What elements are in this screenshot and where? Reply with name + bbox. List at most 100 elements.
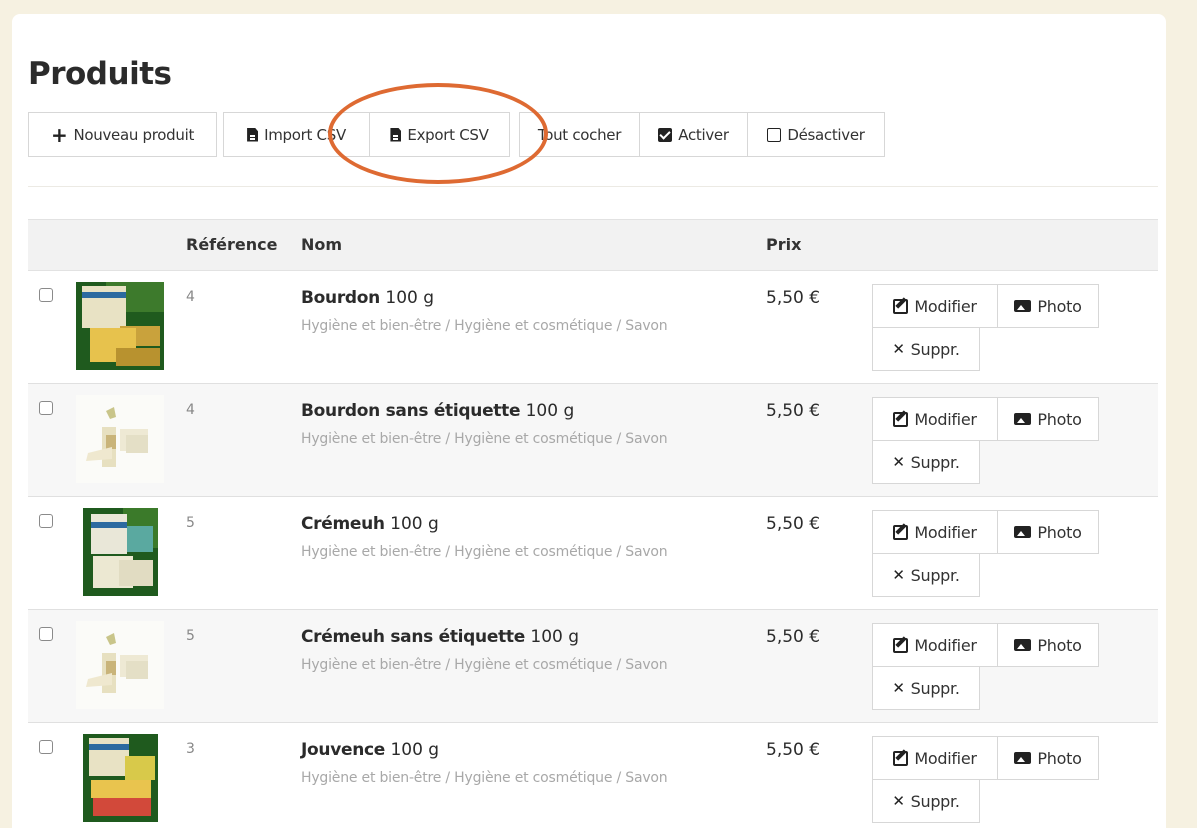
column-header-name: Nom	[301, 235, 343, 254]
edit-icon	[893, 750, 909, 766]
export-csv-button[interactable]: Export CSV	[369, 112, 510, 157]
product-category: Hygiène et bien-être / Hygiène et cosmét…	[301, 544, 668, 560]
image-icon	[1014, 752, 1032, 764]
delete-button[interactable]: ✕ Suppr.	[872, 440, 980, 484]
table-row: 4 Bourdon sans étiquette 100 g Hygiène e…	[28, 384, 1158, 497]
photo-label: Photo	[1037, 635, 1082, 655]
deactivate-label: Désactiver	[787, 125, 865, 144]
delete-button[interactable]: ✕ Suppr.	[872, 327, 980, 371]
product-thumbnail	[76, 621, 164, 709]
product-weight: 100 g	[525, 401, 575, 421]
check-all-label: Tout cocher	[537, 125, 622, 144]
product-category: Hygiène et bien-être / Hygiène et cosmét…	[301, 318, 668, 334]
page-title: Produits	[28, 56, 172, 92]
edit-button[interactable]: Modifier	[872, 623, 998, 667]
product-category: Hygiène et bien-être / Hygiène et cosmét…	[301, 431, 668, 447]
edit-icon	[893, 411, 909, 427]
product-category: Hygiène et bien-être / Hygiène et cosmét…	[301, 770, 668, 786]
product-weight: 100 g	[390, 514, 439, 534]
edit-label: Modifier	[914, 635, 977, 655]
photo-label: Photo	[1037, 409, 1082, 429]
file-icon	[247, 127, 259, 142]
delete-button[interactable]: ✕ Suppr.	[872, 666, 980, 710]
table-row: 4 Bourdon 100 g Hygiène et bien-être / H…	[28, 271, 1158, 384]
product-title: Bourdon sans étiquette	[301, 401, 521, 421]
row-checkbox[interactable]	[39, 288, 53, 302]
delete-label: Suppr.	[910, 565, 960, 585]
edit-label: Modifier	[914, 748, 977, 768]
photo-label: Photo	[1037, 522, 1082, 542]
edit-button[interactable]: Modifier	[872, 284, 998, 328]
new-product-label: Nouveau produit	[73, 125, 195, 144]
product-thumbnail	[83, 508, 158, 596]
column-header-price: Prix	[766, 235, 802, 254]
product-weight: 100 g	[390, 740, 440, 760]
close-icon: ✕	[892, 792, 905, 810]
delete-label: Suppr.	[910, 452, 960, 472]
reference: 4	[186, 289, 195, 305]
column-header-reference: Référence	[186, 235, 278, 254]
table-row: 3 Jouvence 100 g Hygiène et bien-être / …	[28, 723, 1158, 828]
edit-label: Modifier	[914, 296, 977, 316]
price: 5,50 €	[766, 288, 821, 308]
photo-button[interactable]: Photo	[997, 736, 1099, 780]
checked-box-icon	[658, 127, 673, 142]
product-title: Bourdon	[301, 288, 380, 308]
row-checkbox[interactable]	[39, 627, 53, 641]
photo-button[interactable]: Photo	[997, 510, 1099, 554]
deactivate-button[interactable]: Désactiver	[747, 112, 885, 157]
row-checkbox[interactable]	[39, 740, 53, 754]
reference: 4	[186, 402, 195, 418]
import-csv-label: Import CSV	[264, 125, 346, 144]
product-name: Jouvence 100 g	[301, 740, 439, 760]
close-icon: ✕	[892, 453, 905, 471]
delete-label: Suppr.	[910, 678, 960, 698]
product-weight: 100 g	[530, 627, 580, 647]
edit-button[interactable]: Modifier	[872, 397, 998, 441]
product-name: Bourdon sans étiquette 100 g	[301, 401, 574, 421]
edit-label: Modifier	[914, 522, 977, 542]
price: 5,50 €	[766, 627, 821, 647]
product-title: Crémeuh sans étiquette	[301, 627, 525, 647]
table-row: 5 Crémeuh 100 g Hygiène et bien-être / H…	[28, 497, 1158, 610]
delete-label: Suppr.	[910, 791, 960, 811]
edit-icon	[893, 298, 909, 314]
image-icon	[1014, 300, 1032, 312]
photo-button[interactable]: Photo	[997, 623, 1099, 667]
reference: 3	[186, 741, 195, 757]
table-row: 5 Crémeuh sans étiquette 100 g Hygiène e…	[28, 610, 1158, 723]
photo-label: Photo	[1037, 296, 1082, 316]
image-icon	[1014, 639, 1032, 651]
delete-button[interactable]: ✕ Suppr.	[872, 779, 980, 823]
row-checkbox[interactable]	[39, 514, 53, 528]
delete-label: Suppr.	[910, 339, 960, 359]
product-category: Hygiène et bien-être / Hygiène et cosmét…	[301, 657, 668, 673]
photo-button[interactable]: Photo	[997, 397, 1099, 441]
product-name: Crémeuh 100 g	[301, 514, 439, 534]
image-icon	[1014, 413, 1032, 425]
product-thumbnail	[76, 282, 164, 370]
product-title: Jouvence	[301, 740, 386, 760]
photo-button[interactable]: Photo	[997, 284, 1099, 328]
price: 5,50 €	[766, 740, 821, 760]
table-header: Référence Nom Prix	[28, 219, 1158, 271]
activate-label: Activer	[678, 125, 729, 144]
plus-icon: +	[50, 122, 68, 147]
edit-button[interactable]: Modifier	[872, 736, 998, 780]
product-name: Crémeuh sans étiquette 100 g	[301, 627, 579, 647]
new-product-button[interactable]: + Nouveau produit	[28, 112, 217, 157]
activate-button[interactable]: Activer	[639, 112, 748, 157]
divider	[28, 186, 1158, 187]
import-csv-button[interactable]: Import CSV	[223, 112, 370, 157]
close-icon: ✕	[892, 566, 905, 584]
reference: 5	[186, 515, 195, 531]
export-csv-label: Export CSV	[407, 125, 489, 144]
empty-box-icon	[767, 127, 782, 142]
product-title: Crémeuh	[301, 514, 385, 534]
edit-icon	[893, 524, 909, 540]
check-all-button[interactable]: Tout cocher	[519, 112, 640, 157]
edit-icon	[893, 637, 909, 653]
delete-button[interactable]: ✕ Suppr.	[872, 553, 980, 597]
row-checkbox[interactable]	[39, 401, 53, 415]
edit-button[interactable]: Modifier	[872, 510, 998, 554]
